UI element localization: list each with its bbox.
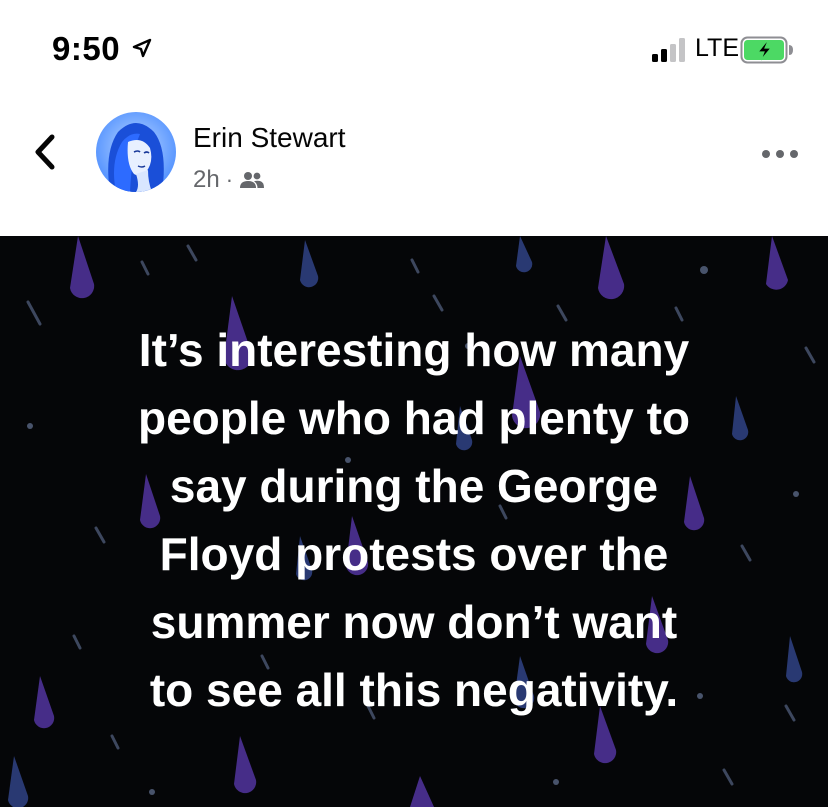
avatar-image: [96, 112, 176, 192]
author-name[interactable]: Erin Stewart: [193, 122, 346, 154]
post-timestamp[interactable]: 2h: [193, 166, 220, 194]
post-text: It’s interesting how many people who had…: [138, 324, 690, 716]
post-background: It’s interesting how many people who had…: [0, 236, 828, 807]
signal-icon: [652, 38, 685, 62]
post-meta: 2h ·: [193, 166, 265, 194]
location-arrow-icon: [132, 38, 152, 58]
avatar[interactable]: [96, 112, 176, 192]
status-bar: 9:50 LTE: [0, 0, 828, 100]
more-dots-icon[interactable]: [760, 144, 800, 164]
battery-charging-icon: [740, 36, 793, 64]
friends-icon: [240, 172, 265, 188]
back-button[interactable]: [30, 133, 62, 171]
network-label: LTE: [695, 34, 739, 62]
post-header: Erin Stewart 2h ·: [0, 100, 828, 236]
meta-separator: ·: [225, 167, 234, 192]
facebook-post-screen: 9:50 LTE Erin Stewart 2h · It’s interest…: [0, 0, 828, 807]
status-time: 9:50: [52, 30, 121, 67]
